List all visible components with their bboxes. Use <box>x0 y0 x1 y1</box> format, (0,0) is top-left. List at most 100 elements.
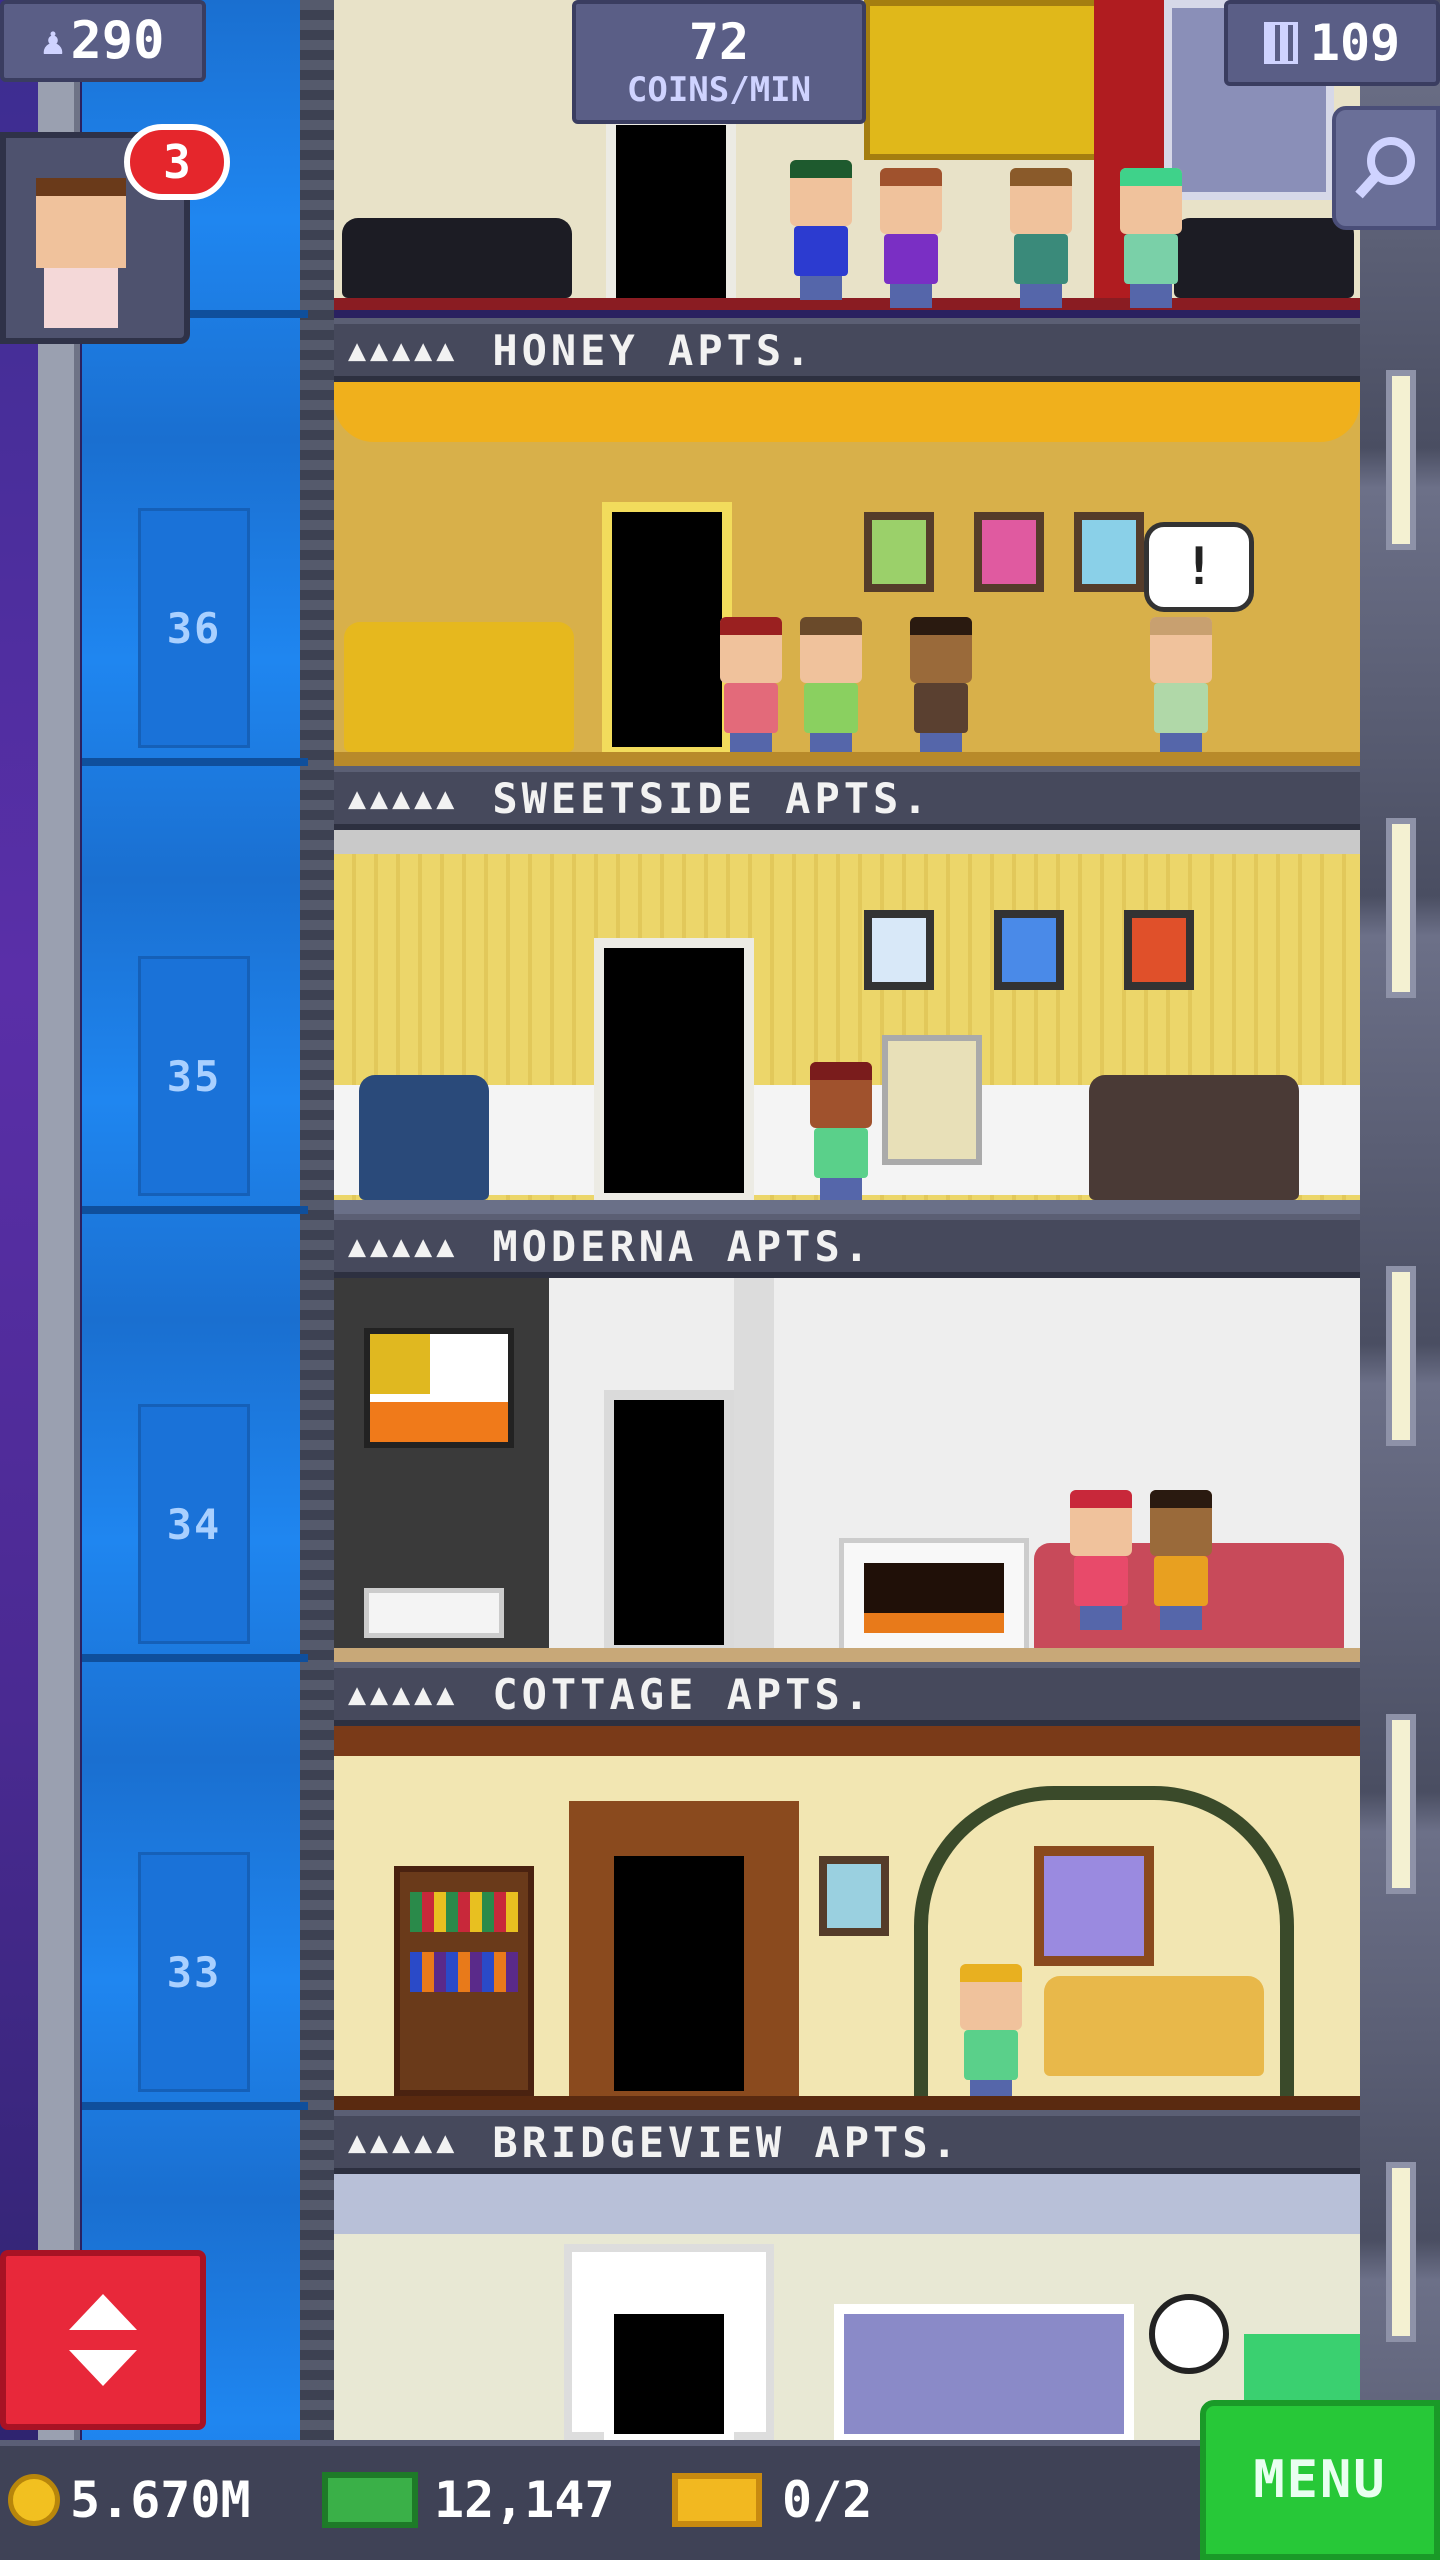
arcade-machine <box>882 1035 982 1165</box>
floor-cottage-apts[interactable] <box>334 1726 1360 2111</box>
resident[interactable] <box>784 160 858 300</box>
picture-frame <box>1124 910 1194 990</box>
elevator-button[interactable] <box>0 2250 206 2430</box>
floor-moderna-apts[interactable] <box>334 1278 1360 1663</box>
coins-per-min-unit: COINS/MIN <box>626 70 812 110</box>
coins-value: 5.670M <box>70 2471 251 2529</box>
resident[interactable] <box>1144 1490 1218 1630</box>
tickets-value: 0/2 <box>782 2471 873 2529</box>
up-down-arrows-icon <box>69 2294 137 2386</box>
floor-label-moderna[interactable]: ▲▲▲▲▲ MODERNA APTS. <box>334 1214 1360 1278</box>
visitor-avatar <box>36 178 126 268</box>
floor-name: COTTAGE APTS. <box>492 1669 874 1719</box>
coin-icon <box>8 2474 60 2526</box>
elevator-rail <box>300 0 334 2440</box>
shaft-floor-number: 34 <box>138 1404 250 1644</box>
window <box>1386 1714 1416 1894</box>
resident[interactable] <box>954 1964 1028 2104</box>
window <box>1034 1846 1154 1966</box>
side-table <box>364 1588 504 1638</box>
honey-drip <box>334 382 1360 442</box>
floor-door[interactable] <box>604 1846 754 2101</box>
resident[interactable] <box>904 617 978 757</box>
floor-label-bridgeview[interactable]: ▲▲▲▲▲ BRIDGEVIEW APTS. <box>334 2110 1360 2174</box>
speech-bubble[interactable]: ! <box>1144 522 1254 612</box>
floor-residents-icons: ▲▲▲▲▲ <box>348 1676 459 1712</box>
shaft-floor-number: 33 <box>138 1852 250 2092</box>
sofa <box>342 218 572 298</box>
picture-frame <box>864 512 934 592</box>
floor-name: BRIDGEVIEW APTS. <box>492 2117 961 2167</box>
window <box>1386 2162 1416 2342</box>
resident[interactable] <box>1064 1490 1138 1630</box>
window <box>1386 818 1416 998</box>
picture-frame <box>819 1856 889 1936</box>
picture-frame <box>994 910 1064 990</box>
sofa <box>344 622 574 752</box>
clock-icon <box>1149 2294 1229 2374</box>
shaft-divider <box>82 1206 308 1214</box>
zoom-button[interactable] <box>1332 106 1440 230</box>
floor-label-sweetside[interactable]: ▲▲▲▲▲ SWEETSIDE APTS. <box>334 766 1360 830</box>
bux-balance[interactable]: 12,147 <box>322 2460 615 2540</box>
floor-residents-icons: ▲▲▲▲▲ <box>348 2124 459 2160</box>
floor-door[interactable] <box>594 938 754 1203</box>
floor-door[interactable] <box>602 502 732 757</box>
resident[interactable] <box>804 1062 878 1202</box>
floor-sweetside-apts[interactable] <box>334 830 1360 1215</box>
floor-trim <box>334 2096 1360 2111</box>
resident[interactable] <box>714 617 788 757</box>
picture-frame <box>1074 512 1144 592</box>
ticket-icon <box>672 2473 762 2527</box>
coins-per-min-value: 72 <box>688 13 750 71</box>
menu-button[interactable]: MENU <box>1200 2400 1440 2560</box>
picture-frame <box>974 512 1044 592</box>
gold-shelf <box>864 0 1104 160</box>
ceiling-beam <box>334 1726 1360 1756</box>
shaft-divider <box>82 2102 308 2110</box>
resident[interactable] <box>1004 168 1078 308</box>
population-counter[interactable]: ♟ 290 <box>0 0 206 82</box>
building-icon <box>1263 22 1298 64</box>
floor-label-cottage[interactable]: ▲▲▲▲▲ COTTAGE APTS. <box>334 1662 1360 1726</box>
population-value: 290 <box>70 11 165 71</box>
floor-door[interactable] <box>604 2304 734 2440</box>
armchair <box>359 1075 489 1200</box>
bux-value: 12,147 <box>434 2471 615 2529</box>
floor-trim <box>334 1200 1360 1215</box>
mondrian-art <box>364 1328 514 1448</box>
window <box>1386 370 1416 550</box>
floor-residents-icons: ▲▲▲▲▲ <box>348 1228 459 1264</box>
sofa <box>1044 1976 1264 2076</box>
tickets-balance[interactable]: 0/2 <box>672 2460 872 2540</box>
fireplace <box>839 1538 1029 1653</box>
window <box>1386 1266 1416 1446</box>
pillar <box>734 1278 774 1658</box>
floor-name: SWEETSIDE APTS. <box>492 773 932 823</box>
right-tower-wall <box>1360 0 1440 2440</box>
picture-frame <box>864 910 934 990</box>
floor-trim <box>334 1648 1360 1663</box>
bookshelf <box>394 1866 534 2096</box>
resident[interactable] <box>794 617 868 757</box>
resident[interactable] <box>1144 617 1218 757</box>
resident[interactable] <box>1114 168 1188 308</box>
shaft-divider <box>82 1654 308 1662</box>
floor-counter[interactable]: 109 <box>1224 0 1440 86</box>
floor-name: MODERNA APTS. <box>492 1221 874 1271</box>
ceiling <box>334 2174 1360 2234</box>
floor-door[interactable] <box>606 115 736 310</box>
coins-per-minute-display[interactable]: 72 COINS/MIN <box>572 0 866 124</box>
ceiling <box>334 830 1360 854</box>
floor-residents-icons: ▲▲▲▲▲ <box>348 780 459 816</box>
resident[interactable] <box>874 168 948 308</box>
person-icon: ♟ <box>41 19 65 63</box>
coins-balance[interactable]: 5.670M <box>8 2460 251 2540</box>
visitor-body <box>44 268 118 328</box>
shaft-floor-number: 36 <box>138 508 250 748</box>
floor-bridgeview-apts[interactable] <box>334 2174 1360 2440</box>
floor-honey-apts[interactable]: ! <box>334 382 1360 767</box>
visitor-count-badge: 3 <box>124 124 230 200</box>
floor-door[interactable] <box>604 1390 734 1655</box>
floor-label-honey[interactable]: ▲▲▲▲▲ HONEY APTS. <box>334 318 1360 382</box>
